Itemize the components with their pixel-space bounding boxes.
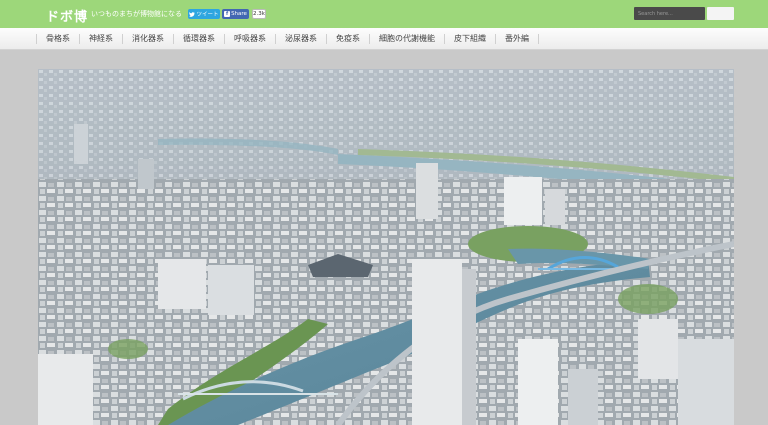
nav-item-extra[interactable]: 番外編 — [495, 34, 538, 44]
facebook-share-button[interactable]: f Share — [222, 9, 249, 19]
site-logo[interactable]: ドボ博 — [46, 6, 88, 25]
site-header: ドボ博 いつものまちが博物館になる ツイート f Share 2.3k — [0, 0, 768, 28]
nav-list: 骨格系 神経系 消化器系 循環器系 呼吸器系 泌尿器系 免疫系 細胞の代謝機能 … — [36, 28, 539, 50]
main-navigation: 骨格系 神経系 消化器系 循環器系 呼吸器系 泌尿器系 免疫系 細胞の代謝機能 … — [0, 28, 768, 50]
nav-item-nervous[interactable]: 神経系 — [79, 34, 122, 44]
facebook-icon: f — [224, 11, 231, 17]
twitter-bird-icon — [189, 11, 196, 17]
nav-item-metabolism[interactable]: 細胞の代謝機能 — [369, 34, 444, 44]
search-button[interactable] — [707, 7, 734, 20]
nav-item-urinary[interactable]: 泌尿器系 — [275, 34, 326, 44]
nav-item-digestive[interactable]: 消化器系 — [122, 34, 173, 44]
nav-item-skeletal[interactable]: 骨格系 — [36, 34, 79, 44]
aerial-city-illustration — [38, 69, 734, 425]
site-tagline: いつものまちが博物館になる — [91, 10, 182, 18]
facebook-share-count: 2.3k — [252, 9, 266, 19]
nav-item-immune[interactable]: 免疫系 — [326, 34, 369, 44]
search-input[interactable] — [634, 7, 705, 20]
hero-image — [38, 69, 734, 425]
tweet-label: ツイート — [196, 12, 219, 18]
nav-item-circulatory[interactable]: 循環器系 — [173, 34, 224, 44]
nav-item-subcutaneous[interactable]: 皮下組織 — [444, 34, 495, 44]
tweet-button[interactable]: ツイート — [188, 9, 220, 19]
facebook-share-label: Share — [231, 11, 247, 17]
nav-item-respiratory[interactable]: 呼吸器系 — [224, 34, 275, 44]
